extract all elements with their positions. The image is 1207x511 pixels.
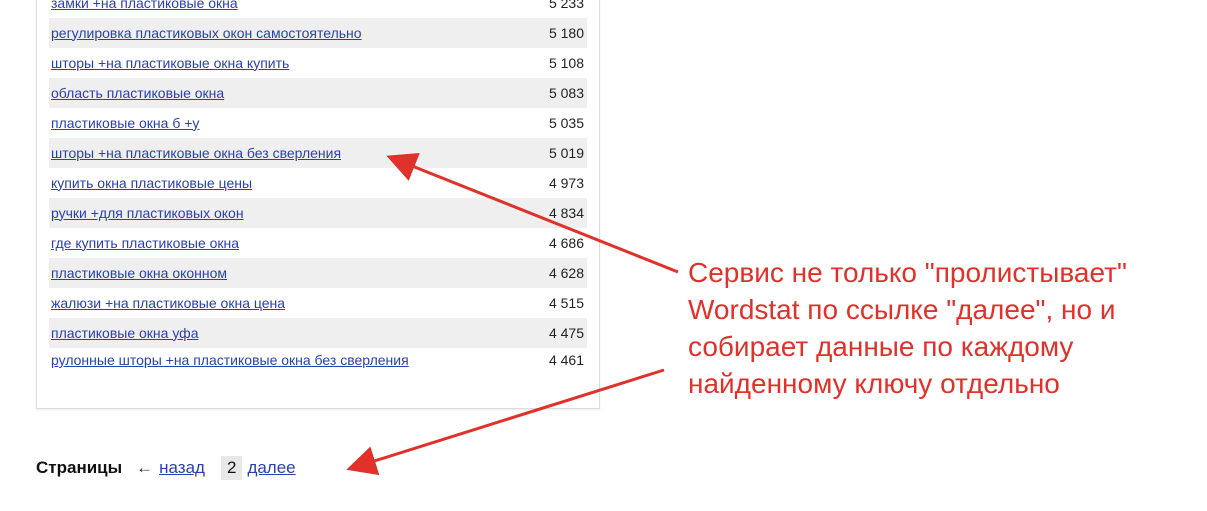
- phrase-link[interactable]: область пластиковые окна: [51, 85, 224, 101]
- phrase-link[interactable]: где купить пластиковые окна: [51, 235, 239, 251]
- count-value: 4 834: [512, 198, 587, 228]
- table-row: жалюзи +на пластиковые окна цена 4 515: [49, 288, 587, 318]
- count-value: 5 108: [548, 54, 584, 71]
- phrase-link[interactable]: замки +на пластиковые окна: [51, 0, 238, 11]
- current-page: 2: [220, 456, 243, 480]
- phrase-link[interactable]: ручки +для пластиковых окон: [51, 205, 244, 221]
- pagination-label: Страницы: [36, 458, 123, 477]
- count-value: 5 083: [512, 78, 587, 108]
- results-panel: замки +на пластиковые окна 5 233 регулир…: [36, 0, 600, 409]
- table-row: замки +на пластиковые окна 5 233: [49, 0, 587, 18]
- table-row: шторы +на пластиковые окна без сверления…: [49, 138, 587, 168]
- count-value: 4 461: [548, 352, 584, 368]
- count-value: 5 035: [548, 114, 584, 131]
- count-value: 5 019: [512, 138, 587, 168]
- count-value: 5 233: [548, 0, 584, 11]
- table-row: область пластиковые окна 5 083: [49, 78, 587, 108]
- phrase-link[interactable]: шторы +на пластиковые окна купить: [51, 55, 289, 71]
- count-value: 4 686: [548, 234, 584, 251]
- results-table: замки +на пластиковые окна 5 233 регулир…: [49, 0, 587, 388]
- phrase-link[interactable]: пластиковые окна б +у: [51, 115, 199, 131]
- phrase-link[interactable]: пластиковые окна оконном: [51, 265, 227, 281]
- annotation-text: Сервис не только "пролистывает" Wordstat…: [688, 257, 1127, 399]
- phrase-link[interactable]: регулировка пластиковых окон самостоятел…: [51, 25, 362, 41]
- table-row: где купить пластиковые окна 4 686: [49, 228, 587, 258]
- phrase-link[interactable]: купить окна пластиковые цены: [51, 175, 252, 191]
- arrow-left-icon: ←: [136, 458, 154, 477]
- phrase-link[interactable]: жалюзи +на пластиковые окна цена: [51, 295, 285, 311]
- count-value: 4 973: [548, 174, 584, 191]
- next-link[interactable]: далее: [247, 458, 295, 478]
- count-value: 4 475: [512, 318, 587, 348]
- table-row: купить окна пластиковые цены 4 973: [49, 168, 587, 198]
- table-row: пластиковые окна б +у 5 035: [49, 108, 587, 138]
- phrase-link[interactable]: пластиковые окна уфа: [51, 325, 198, 341]
- table-row: регулировка пластиковых окон самостоятел…: [49, 18, 587, 48]
- phrase-link[interactable]: шторы +на пластиковые окна без сверления: [51, 145, 341, 161]
- pagination: Страницы ← назад 2 далее: [36, 455, 296, 481]
- count-value: 5 180: [512, 18, 587, 48]
- count-value: 4 628: [512, 258, 587, 288]
- phrase-link[interactable]: рулонные шторы +на пластиковые окна без …: [51, 352, 409, 368]
- count-value: 4 515: [548, 294, 584, 311]
- table-row: ручки +для пластиковых окон 4 834: [49, 198, 587, 228]
- table-row: пластиковые окна оконном 4 628: [49, 258, 587, 288]
- back-link[interactable]: назад: [159, 458, 205, 478]
- table-row: шторы +на пластиковые окна купить 5 108: [49, 48, 587, 78]
- table-row: рулонные шторы +на пластиковые окна без …: [49, 348, 587, 388]
- table-row: пластиковые окна уфа 4 475: [49, 318, 587, 348]
